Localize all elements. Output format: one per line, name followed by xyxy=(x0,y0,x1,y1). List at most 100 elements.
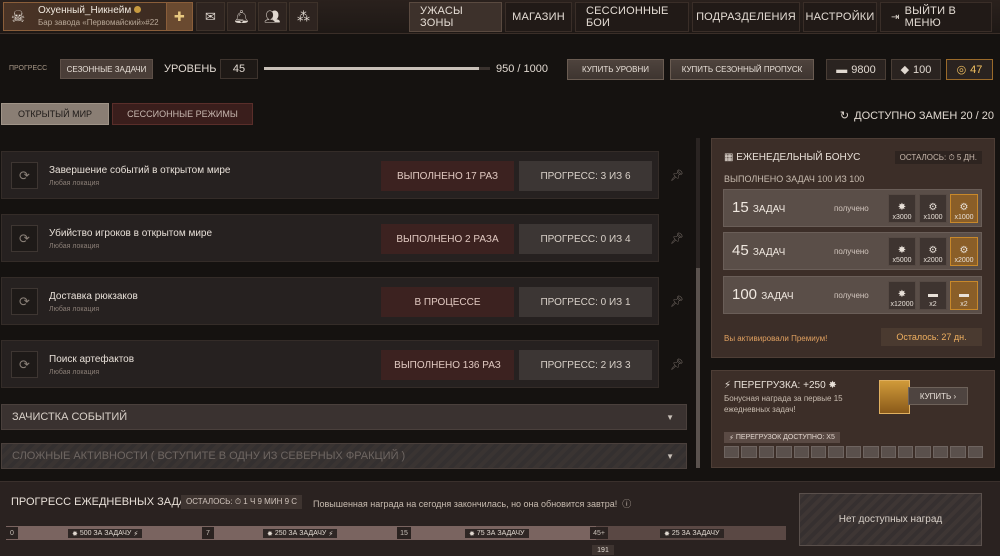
nav-session-battles[interactable]: СЕССИОННЫЕ БОИ xyxy=(575,2,689,32)
reward-ammo[interactable]: ✸ x5000 xyxy=(888,237,916,266)
weekly-title: ЕЖЕНЕДЕЛЬНЫЙ БОНУС xyxy=(736,152,861,163)
reward-premium[interactable]: ⚙ x2000 xyxy=(950,237,978,266)
task-status: ВЫПОЛНЕНО 17 РАЗ xyxy=(381,161,514,191)
task-row: ⟳ Убийство игроков в открытом мире Любая… xyxy=(1,214,659,262)
xp-progress-bar xyxy=(264,67,490,70)
overload-cell xyxy=(932,446,949,458)
buy-season-pass-button[interactable]: КУПИТЬ СЕЗОННЫЙ ПРОПУСК xyxy=(670,59,814,80)
reward-item[interactable]: ⚙ x2000 xyxy=(919,237,947,266)
weapon-icon: ▬ xyxy=(928,289,938,300)
skull-avatar-icon: ☠ xyxy=(10,8,26,26)
daily-segment: ✸ 500 ЗА ЗАДАЧУ ⚡︎ xyxy=(68,529,143,538)
xp-progress-fill xyxy=(264,67,479,70)
task-title: Убийство игроков в открытом мире xyxy=(49,228,213,239)
reward-amount: x2 xyxy=(929,301,937,308)
segment-label: 500 ЗА ЗАДАЧУ xyxy=(79,530,132,537)
reward-premium[interactable]: ▬ x2 xyxy=(950,281,978,310)
daily-segment: ✸ 25 ЗА ЗАДАЧУ xyxy=(660,529,724,538)
reward-premium[interactable]: ⚙ x1000 xyxy=(950,194,978,223)
player-profile[interactable]: ☠ Охуенный_Никнейм Бар завода «Первомайс… xyxy=(3,2,193,31)
task-replace-icon[interactable]: ⟳ xyxy=(11,351,38,378)
reward-ammo[interactable]: ✸ x3000 xyxy=(888,194,916,223)
rank-emblem-icon: ✚ xyxy=(166,3,192,30)
overload-cell xyxy=(950,446,966,458)
overload-cell xyxy=(845,446,862,458)
level-label: УРОВЕНЬ xyxy=(164,63,217,75)
task-replace-icon[interactable]: ⟳ xyxy=(11,162,38,189)
top-bar: ☠ Охуенный_Никнейм Бар завода «Первомайс… xyxy=(0,0,1000,34)
tab-seasonal-tasks[interactable]: СЕЗОННЫЕ ЗАДАЧИ xyxy=(60,59,153,79)
daily-segment: ✸ 75 ЗА ЗАДАЧУ xyxy=(465,529,529,538)
tab-open-world[interactable]: ОТКРЫТЫЙ МИР xyxy=(1,103,109,125)
reward-ammo[interactable]: ✸ x12000 xyxy=(888,281,916,310)
task-title: Поиск артефактов xyxy=(49,354,135,365)
pin-icon[interactable]: 📌︎ xyxy=(670,358,684,371)
reward-amount: x2 xyxy=(960,301,968,308)
reward-amount: x2000 xyxy=(923,257,943,264)
task-replace-icon[interactable]: ⟳ xyxy=(11,225,38,252)
task-location: Любая локация xyxy=(49,180,100,187)
tier-unit: ЗАДАЧ xyxy=(752,204,786,215)
nav-settings[interactable]: НАСТРОЙКИ xyxy=(803,2,877,32)
reward-amount: x3000 xyxy=(892,214,912,221)
parts-icon: ⚙ xyxy=(959,202,969,213)
friends-icon[interactable]: 👥︎ xyxy=(258,2,287,31)
ammo-icon: ✸ xyxy=(897,245,907,256)
task-replace-icon[interactable]: ⟳ xyxy=(11,288,38,315)
daily-progress-panel: ПРОГРЕСС ЕЖЕДНЕВНЫХ ЗАДАЧ ОСТАЛОСЬ: ⏱ 1 … xyxy=(0,481,1000,556)
reward-item[interactable]: ⚙ x1000 xyxy=(919,194,947,223)
nav-divisions[interactable]: ПОДРАЗДЕЛЕНИЯ xyxy=(692,2,800,32)
reward-item[interactable]: ▬ x2 xyxy=(919,281,947,310)
task-progress: ПРОГРЕСС: 0 ИЗ 1 xyxy=(519,287,652,317)
overload-cell xyxy=(811,446,827,458)
overload-cell xyxy=(898,446,914,458)
nav-exit[interactable]: ⇥ ВЫЙТИ В МЕНЮ xyxy=(880,2,992,32)
pin-icon[interactable]: 📌︎ xyxy=(670,169,684,182)
task-row: ⟳ Поиск артефактов Любая локация ВЫПОЛНЕ… xyxy=(1,340,659,388)
tab-session-modes[interactable]: СЕССИОННЫЕ РЕЖИМЫ xyxy=(112,103,253,125)
daily-tick: 0 xyxy=(6,527,18,539)
ammo-icon: ✸ xyxy=(828,380,837,391)
no-rewards-box: Нет доступных наград xyxy=(799,493,982,546)
parts-icon: ⚙ xyxy=(928,245,938,256)
scrollbar-thumb[interactable] xyxy=(696,268,700,468)
tier-unit: ЗАДАЧ xyxy=(752,247,786,258)
chevron-down-icon: ▼ xyxy=(666,451,674,461)
task-progress: ПРОГРЕСС: 2 ИЗ 3 xyxy=(519,350,652,380)
xp-value: 950 / 1000 xyxy=(496,63,548,75)
overload-buy-button[interactable]: КУПИТЬ › xyxy=(908,387,968,405)
info-icon[interactable]: ⓘ xyxy=(620,499,631,509)
buy-levels-button[interactable]: КУПИТЬ УРОВНИ xyxy=(567,59,664,80)
segment-label: 75 ЗА ЗАДАЧУ xyxy=(476,530,525,537)
pin-icon[interactable]: 📌︎ xyxy=(670,295,684,308)
coin-icon: ◎ xyxy=(956,64,967,76)
lightning-icon: ⚡︎ xyxy=(724,380,732,391)
weekly-tier: 45 ЗАДАЧ получено ✸ x5000 ⚙ x2000 ⚙ x2000 xyxy=(723,232,982,270)
section-hard-activities: СЛОЖНЫЕ АКТИВНОСТИ ( ВСТУПИТЕ В ОДНУ ИЗ … xyxy=(1,443,687,469)
weekly-done-count: ВЫПОЛНЕНО ЗАДАЧ 100 ИЗ 100 xyxy=(724,174,865,184)
overload-cell xyxy=(758,446,775,458)
task-title: Завершение событий в открытом мире xyxy=(49,165,231,176)
tier-unit: ЗАДАЧ xyxy=(761,291,794,302)
overload-cell xyxy=(967,446,984,458)
ammo-icon: ✸ xyxy=(72,530,80,538)
mail-icon[interactable]: ✉ xyxy=(196,2,225,31)
nav-zone-horrors[interactable]: УЖАСЫ ЗОНЫ xyxy=(409,2,502,32)
task-location: Любая локация xyxy=(49,369,100,376)
overload-cell xyxy=(741,446,757,458)
section-events-clear[interactable]: ЗАЧИСТКА СОБЫТИЙ ▼ xyxy=(1,404,687,430)
ammo-icon: ✸ xyxy=(897,289,907,300)
overload-buy-label: КУПИТЬ xyxy=(919,391,952,401)
premium-note: Вы активировали Премиум! xyxy=(724,334,828,343)
ammo-crate-icon xyxy=(879,380,910,414)
task-status: В ПРОЦЕССЕ xyxy=(381,287,514,317)
group-icon[interactable]: ⁂ xyxy=(289,2,318,31)
task-location: Любая локация xyxy=(49,243,100,250)
section-events-clear-label: ЗАЧИСТКА СОБЫТИЙ xyxy=(12,411,128,423)
reward-amount: x2000 xyxy=(954,257,974,264)
nav-shop[interactable]: МАГАЗИН xyxy=(505,2,572,32)
pin-icon[interactable]: 📌︎ xyxy=(670,232,684,245)
level-value: 45 xyxy=(220,59,258,79)
overload-description: Бонусная награда за первые 15 ежедневных… xyxy=(724,394,843,414)
bell-icon[interactable]: 🔔︎ xyxy=(227,2,256,31)
